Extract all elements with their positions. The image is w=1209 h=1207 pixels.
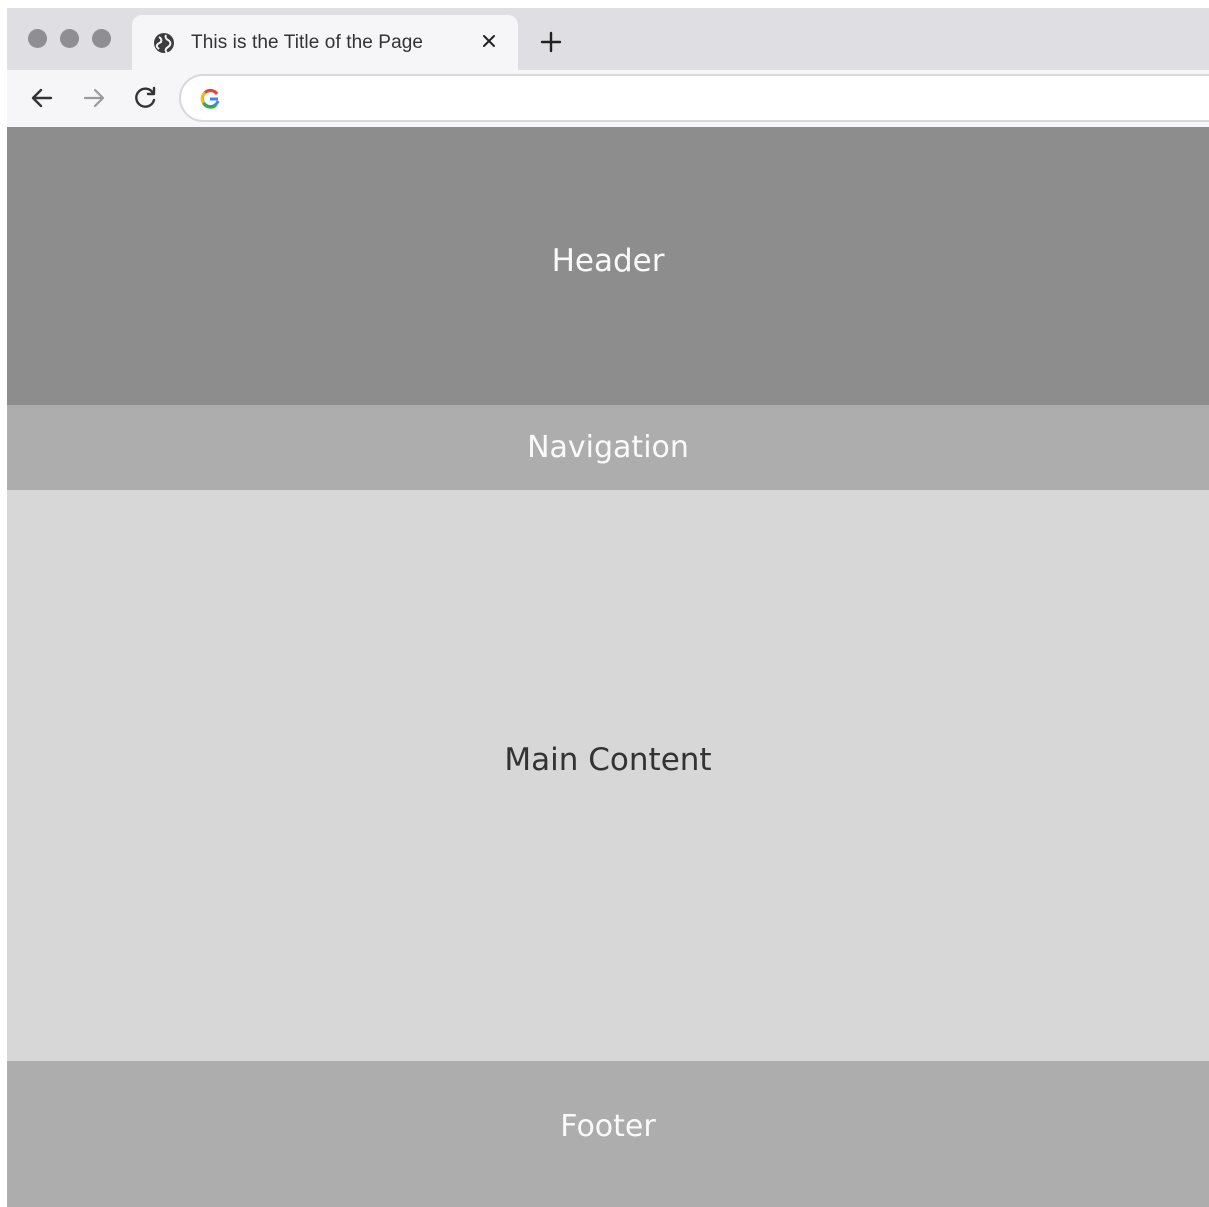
window-controls [28,29,111,48]
main-content-label: Main Content [504,741,712,778]
web-page: Header Navigation Main Content Footer [7,127,1209,1207]
address-bar[interactable] [179,74,1209,122]
navigation-label: Navigation [527,430,689,465]
arrow-right-icon[interactable] [79,83,109,113]
main-content: Main Content [7,490,1209,1061]
tab-strip: This is the Title of the Page [7,8,1209,70]
browser-tab[interactable]: This is the Title of the Page [132,15,518,70]
reload-icon[interactable] [131,83,161,113]
plus-icon[interactable] [537,28,565,56]
google-g-icon [199,88,221,110]
page-header: Header [7,127,1209,405]
globe-icon [153,32,175,54]
header-label: Header [551,243,665,279]
close-window-button[interactable] [28,29,47,48]
browser-toolbar [7,70,1209,127]
minimize-window-button[interactable] [60,29,79,48]
footer-label: Footer [560,1108,656,1144]
page-navigation: Navigation [7,405,1209,490]
maximize-window-button[interactable] [92,29,111,48]
arrow-left-icon[interactable] [27,83,57,113]
close-icon[interactable] [477,29,501,53]
tab-title: This is the Title of the Page [191,32,424,53]
browser-window: This is the Title of the Page Header Nav… [7,8,1209,1207]
page-footer: Footer [7,1061,1209,1207]
